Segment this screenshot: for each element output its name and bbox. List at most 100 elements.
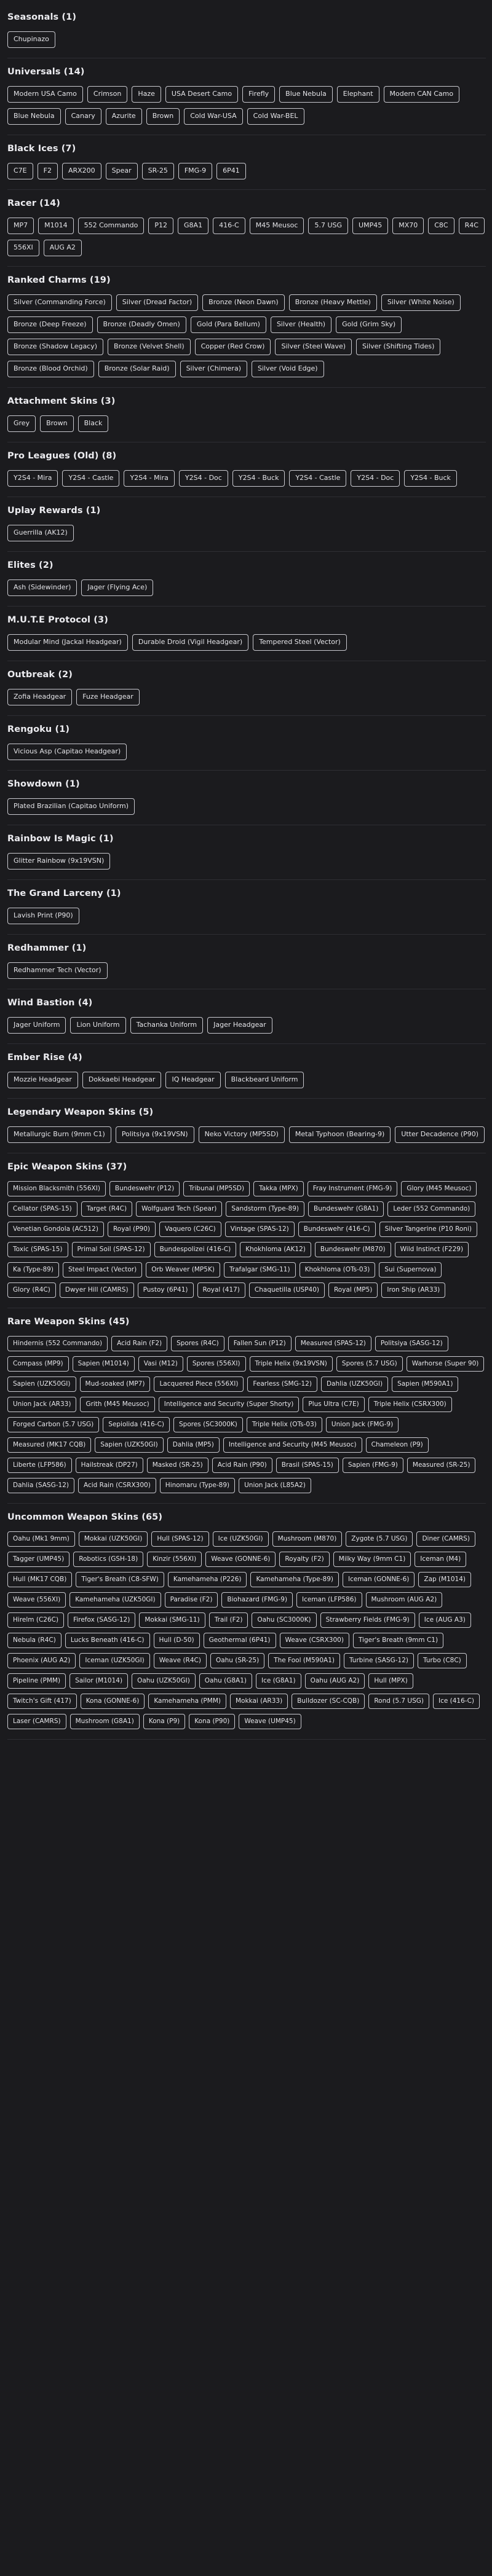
item-tag[interactable]: Plated Brazilian (Capitao Uniform) — [7, 798, 135, 815]
item-tag[interactable]: Silver (Commanding Force) — [7, 294, 112, 311]
item-tag[interactable]: Ice (UZK50GI) — [212, 1531, 269, 1547]
item-tag[interactable]: Canary — [65, 108, 101, 125]
item-tag[interactable]: Gold (Para Bellum) — [190, 316, 266, 333]
item-tag[interactable]: Zofia Headgear — [7, 689, 73, 705]
item-tag[interactable]: Spores (R4C) — [171, 1336, 224, 1351]
item-tag[interactable]: Kona (P90) — [189, 1714, 236, 1729]
item-tag[interactable]: Modern USA Camo — [7, 86, 83, 103]
item-tag[interactable]: Bronze (Neon Dawn) — [202, 294, 285, 311]
item-tag[interactable]: Sapien (M1014) — [72, 1356, 135, 1372]
item-tag[interactable]: Lavish Print (P90) — [7, 908, 79, 924]
item-tag[interactable]: Oahu (SC3000K) — [252, 1612, 317, 1628]
item-tag[interactable]: Triple Helix (CSRX300) — [368, 1397, 452, 1412]
item-tag[interactable]: Silver (White Noise) — [381, 294, 461, 311]
item-tag[interactable]: P12 — [148, 218, 174, 234]
item-tag[interactable]: Sepiolida (416-C) — [103, 1417, 170, 1432]
item-tag[interactable]: Silver (Shifting Tides) — [356, 339, 441, 355]
item-tag[interactable]: M45 Meusoc — [249, 218, 304, 234]
item-tag[interactable]: Silver (Chimera) — [180, 361, 247, 377]
item-tag[interactable]: Kamehameha (P226) — [167, 1572, 247, 1587]
item-tag[interactable]: Orb Weaver (MP5K) — [146, 1262, 220, 1278]
item-tag[interactable]: Turbo (C8C) — [418, 1653, 467, 1668]
item-tag[interactable]: Primal Soil (SPAS-12) — [71, 1242, 151, 1257]
item-tag[interactable]: Milky Way (9mm C1) — [333, 1552, 411, 1567]
item-tag[interactable]: Cellator (SPAS-15) — [7, 1201, 77, 1217]
item-tag[interactable]: Grey — [7, 415, 36, 432]
item-tag[interactable]: Bulldozer (SC-CQB) — [292, 1694, 365, 1709]
item-tag[interactable]: Forged Carbon (5.7 USG) — [7, 1417, 100, 1432]
item-tag[interactable]: Measured (SPAS-12) — [295, 1336, 371, 1351]
item-tag[interactable]: Hull (MPX) — [368, 1673, 413, 1689]
item-tag[interactable]: Silver (Dread Factor) — [116, 294, 199, 311]
item-tag[interactable]: Oahu (AUG A2) — [304, 1673, 365, 1689]
item-tag[interactable]: Target (R4C) — [81, 1201, 133, 1217]
item-tag[interactable]: Trail (F2) — [208, 1612, 248, 1628]
item-tag[interactable]: Laser (CAMRS) — [7, 1714, 66, 1729]
item-tag[interactable]: Crimson — [87, 86, 128, 103]
item-tag[interactable]: Elephant — [336, 86, 379, 103]
item-tag[interactable]: Copper (Red Crow) — [194, 339, 271, 355]
item-tag[interactable]: Sapien (FMG-9) — [342, 1458, 403, 1473]
item-tag[interactable]: Gold (Grim Sky) — [336, 316, 402, 333]
item-tag[interactable]: Mokkai (AR33) — [229, 1694, 288, 1709]
item-tag[interactable]: ARX200 — [62, 163, 101, 179]
item-tag[interactable]: Spores (SC3000K) — [173, 1417, 243, 1432]
item-tag[interactable]: Spear — [105, 163, 138, 179]
item-tag[interactable]: Dwyer Hill (CAMRS) — [59, 1282, 134, 1298]
item-tag[interactable]: 416-C — [213, 218, 245, 234]
item-tag[interactable]: Bronze (Blood Orchid) — [7, 361, 94, 377]
item-tag[interactable]: Sapien (UZK50GI) — [95, 1437, 164, 1453]
item-tag[interactable]: Silver (Steel Wave) — [275, 339, 352, 355]
item-tag[interactable]: Triple Helix (9x19VSN) — [249, 1356, 333, 1372]
item-tag[interactable]: Ice (AUG A3) — [418, 1612, 471, 1628]
item-tag[interactable]: Khokhloma (OTs-03) — [299, 1262, 376, 1278]
item-tag[interactable]: Royal (P90) — [107, 1222, 156, 1237]
item-tag[interactable]: Tiger's Breath (C8-SFW) — [76, 1572, 164, 1587]
item-tag[interactable]: Warhorse (Super 90) — [406, 1356, 485, 1372]
item-tag[interactable]: Y2S4 - Buck — [404, 470, 457, 487]
item-tag[interactable]: Tiger's Breath (9mm C1) — [352, 1633, 444, 1648]
item-tag[interactable]: Robotics (GSH-18) — [73, 1552, 144, 1567]
item-tag[interactable]: Biohazard (FMG-9) — [221, 1592, 293, 1608]
item-tag[interactable]: Bronze (Velvet Shell) — [108, 339, 191, 355]
item-tag[interactable]: Iceman (GONNE-6) — [342, 1572, 415, 1587]
item-tag[interactable]: Kona (GONNE-6) — [80, 1694, 145, 1709]
item-tag[interactable]: Union Jack (FMG-9) — [325, 1417, 399, 1432]
item-tag[interactable]: Dahlia (SASG-12) — [7, 1478, 74, 1493]
item-tag[interactable]: Pustoy (6P41) — [137, 1282, 194, 1298]
item-tag[interactable]: Vasi (M12) — [138, 1356, 183, 1372]
item-tag[interactable]: Y2S4 - Mira — [7, 470, 58, 487]
item-tag[interactable]: Trafalgar (SMG-11) — [223, 1262, 296, 1278]
item-tag[interactable]: MP7 — [7, 218, 34, 234]
item-tag[interactable]: Kamehameha (PMM) — [148, 1694, 226, 1709]
item-tag[interactable]: Metallurgic Burn (9mm C1) — [7, 1126, 111, 1143]
item-tag[interactable]: Iceman (M4) — [415, 1552, 467, 1567]
item-tag[interactable]: Sapien (M590A1) — [392, 1376, 459, 1392]
item-tag[interactable]: Acid Rain (CSRX300) — [77, 1478, 156, 1493]
item-tag[interactable]: Turbine (SASG-12) — [343, 1653, 414, 1668]
item-tag[interactable]: Y2S4 - Doc — [178, 470, 228, 487]
item-tag[interactable]: Plus Ultra (C7E) — [303, 1397, 365, 1412]
item-tag[interactable]: Iron Ship (AR33) — [381, 1282, 446, 1298]
item-tag[interactable]: Oahu (G8A1) — [199, 1673, 253, 1689]
item-tag[interactable]: Dahlia (MP5) — [167, 1437, 220, 1453]
item-tag[interactable]: Paradise (F2) — [164, 1592, 218, 1608]
item-tag[interactable]: 556XI — [7, 240, 39, 256]
item-tag[interactable]: Jager Uniform — [7, 1017, 66, 1034]
item-tag[interactable]: Y2S4 - Doc — [351, 470, 400, 487]
item-tag[interactable]: Dokkaebi Headgear — [82, 1072, 162, 1088]
item-tag[interactable]: USA Desert Camo — [165, 86, 239, 103]
item-tag[interactable]: Y2S4 - Castle — [62, 470, 120, 487]
item-tag[interactable]: Ash (Sidewinder) — [7, 579, 77, 596]
item-tag[interactable]: Dahlia (UZK50GI) — [320, 1376, 389, 1392]
item-tag[interactable]: Venetian Gondola (AC512) — [7, 1222, 104, 1237]
item-tag[interactable]: Metal Typhoon (Bearing-9) — [288, 1126, 391, 1143]
item-tag[interactable]: Measured (MK17 CQB) — [7, 1437, 92, 1453]
item-tag[interactable]: Silver Tangerine (P10 Roni) — [379, 1222, 478, 1237]
item-tag[interactable]: Hull (D-50) — [153, 1633, 200, 1648]
item-tag[interactable]: Bronze (Deadly Omen) — [97, 316, 186, 333]
item-tag[interactable]: Brasil (SPAS-15) — [276, 1458, 339, 1473]
item-tag[interactable]: Glitter Rainbow (9x19VSN) — [7, 853, 111, 870]
item-tag[interactable]: Diner (CAMRS) — [416, 1531, 475, 1547]
item-tag[interactable]: Sailor (M1014) — [69, 1673, 129, 1689]
